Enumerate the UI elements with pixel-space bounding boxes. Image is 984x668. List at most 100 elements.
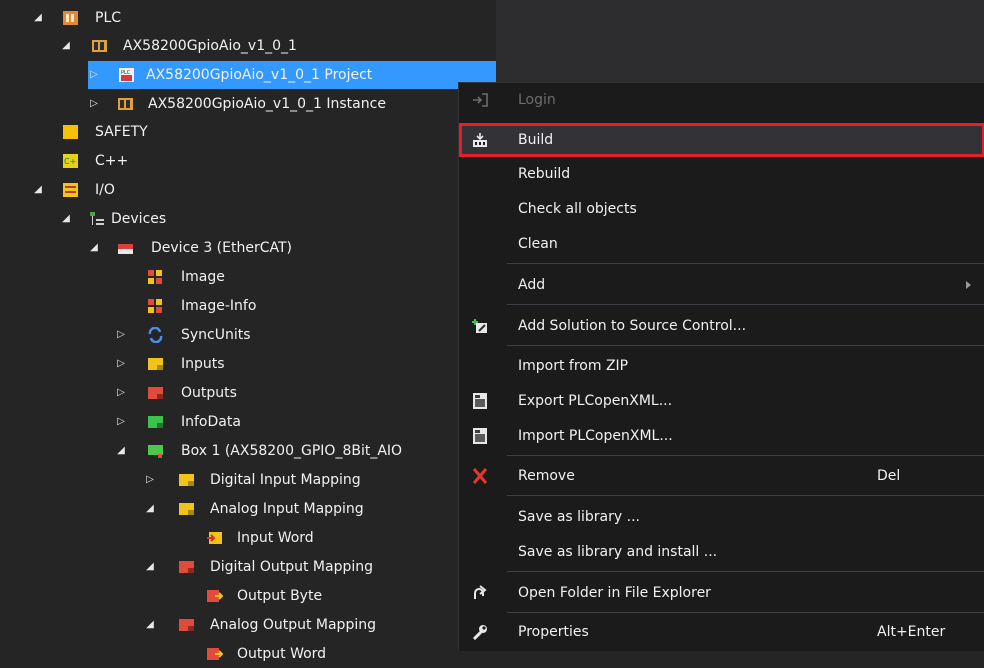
tree-row-infodata[interactable]: ▷ InfoData (0, 408, 496, 436)
menu-item-import-plcopenxml[interactable]: Import PLCopenXML... (459, 419, 984, 453)
box-device-icon (148, 445, 163, 458)
expanded-arrow-icon[interactable]: ◢ (60, 32, 72, 60)
menu-separator (507, 263, 984, 264)
menu-item-check-all-objects[interactable]: Check all objects (459, 192, 984, 226)
tree-label: Image (181, 269, 225, 285)
menu-item-save-as-library[interactable]: Save as library ... (459, 500, 984, 534)
menu-label: Build (518, 132, 554, 148)
tree-label: Inputs (181, 356, 225, 372)
tree-row-plc[interactable]: ◢ PLC (0, 4, 496, 32)
tree-label: SAFETY (95, 124, 148, 140)
tree-row-devices[interactable]: ◢ Devices (0, 205, 496, 233)
expanded-arrow-icon[interactable]: ◢ (88, 234, 100, 262)
expanded-arrow-icon[interactable]: ◢ (144, 553, 156, 581)
collapsed-arrow-icon[interactable]: ▷ (115, 379, 127, 407)
menu-item-add-source-control[interactable]: Add Solution to Source Control... (459, 309, 984, 343)
collapsed-arrow-icon[interactable]: ▷ (115, 321, 127, 349)
tree-row-input-word[interactable]: Input Word (0, 524, 496, 552)
menu-item-import-zip[interactable]: Import from ZIP (459, 349, 984, 383)
collapsed-arrow-icon[interactable]: ▷ (115, 408, 127, 436)
tree-row-safety[interactable]: SAFETY (0, 118, 496, 146)
menu-label: Check all objects (518, 201, 637, 217)
menu-item-build[interactable]: Build (459, 123, 984, 157)
tree-label: Output Word (237, 646, 327, 662)
tree-row-cpp[interactable]: C+ C++ (0, 147, 496, 175)
output-mapping-folder-icon (179, 561, 194, 573)
tree-row-analog-output-mapping[interactable]: ◢ Analog Output Mapping (0, 611, 496, 639)
menu-label: Add Solution to Source Control... (518, 318, 747, 334)
tree-row-inputs[interactable]: ▷ Inputs (0, 350, 496, 378)
tree-row-output-byte[interactable]: Output Byte (0, 582, 496, 610)
tree-row-output-word[interactable]: Output Word (0, 640, 496, 668)
tree-row-digital-output-mapping[interactable]: ◢ Digital Output Mapping (0, 553, 496, 581)
expanded-arrow-icon[interactable]: ◢ (32, 4, 44, 32)
collapsed-arrow-icon[interactable]: ▷ (88, 90, 100, 118)
collapsed-arrow-icon[interactable]: ▷ (144, 466, 156, 494)
image-icon (148, 270, 162, 284)
menu-separator (507, 304, 984, 305)
menu-label: Rebuild (518, 166, 571, 182)
devices-icon (90, 212, 104, 225)
tree-label: InfoData (181, 414, 241, 430)
tree-row-image-info[interactable]: Image-Info (0, 292, 496, 320)
tree-row-instance[interactable]: ▷ AX58200GpioAio_v1_0_1 Instance (0, 90, 496, 118)
tree-row-box1[interactable]: ◢ Box 1 (AX58200_GPIO_8Bit_AIO (0, 437, 496, 465)
inputs-folder-icon (148, 358, 163, 370)
menu-label: Properties (518, 624, 589, 640)
menu-separator (507, 571, 984, 572)
build-icon (473, 133, 487, 147)
menu-item-rebuild[interactable]: Rebuild (459, 157, 984, 191)
menu-item-clean[interactable]: Clean (459, 227, 984, 261)
expanded-arrow-icon[interactable]: ◢ (144, 495, 156, 523)
safety-icon (63, 125, 78, 139)
expanded-arrow-icon[interactable]: ◢ (60, 205, 72, 233)
collapsed-arrow-icon[interactable]: ▷ (115, 350, 127, 378)
tree-label: Input Word (237, 530, 314, 546)
expanded-arrow-icon[interactable]: ◢ (32, 176, 44, 204)
menu-item-properties[interactable]: Properties Alt+Enter (459, 615, 984, 649)
expanded-arrow-icon[interactable]: ◢ (144, 611, 156, 639)
tree-label: Outputs (181, 385, 237, 401)
menu-item-add[interactable]: Add (459, 268, 984, 302)
cpp-icon: C+ (63, 154, 78, 168)
menu-shortcut: Alt+Enter (877, 624, 946, 640)
tree-row-outputs[interactable]: ▷ Outputs (0, 379, 496, 407)
source-control-icon (472, 319, 487, 333)
tree-row-project-selected[interactable]: ▷ PLC AX58200GpioAio_v1_0_1 Project (88, 61, 496, 89)
menu-label: Open Folder in File Explorer (518, 585, 711, 601)
tree-row-syncunits[interactable]: ▷ SyncUnits (0, 321, 496, 349)
menu-label: Add (518, 277, 546, 293)
menu-item-export-plcopenxml[interactable]: Export PLCopenXML... (459, 384, 984, 418)
menu-label: Login (518, 92, 556, 108)
collapsed-arrow-icon[interactable]: ▷ (88, 61, 100, 89)
tree-row-io[interactable]: ◢ I/O (0, 176, 496, 204)
menu-item-save-library-install[interactable]: Save as library and install ... (459, 535, 984, 569)
menu-item-login[interactable]: Login (459, 83, 984, 117)
image-info-icon (148, 299, 162, 313)
sync-icon (148, 327, 163, 343)
tree-label: Analog Output Mapping (210, 617, 376, 633)
import-xml-icon (473, 428, 487, 444)
tree-row-analog-input-mapping[interactable]: ◢ Analog Input Mapping (0, 495, 496, 523)
menu-shortcut: Del (877, 468, 901, 484)
submenu-arrow-icon (966, 281, 971, 289)
tree-row-plc-project[interactable]: ◢ AX58200GpioAio_v1_0_1 (0, 32, 496, 60)
context-menu: Login Build Rebuild Check all objects Cl… (458, 82, 984, 651)
output-mapping-folder-icon (179, 619, 194, 631)
tree-label: AX58200GpioAio_v1_0_1 Project (146, 67, 373, 83)
menu-item-remove[interactable]: Remove Del (459, 459, 984, 493)
properties-icon (472, 625, 487, 640)
expanded-arrow-icon[interactable]: ◢ (115, 437, 127, 465)
infodata-folder-icon (148, 416, 163, 428)
output-variable-icon (207, 590, 223, 602)
tree-row-digital-input-mapping[interactable]: ▷ Digital Input Mapping (0, 466, 496, 494)
tree-label: Devices (111, 211, 167, 227)
menu-label: Save as library ... (518, 509, 640, 525)
io-icon (63, 183, 78, 197)
tree-row-device3[interactable]: ◢ Device 3 (EtherCAT) (0, 234, 496, 262)
input-mapping-folder-icon (179, 503, 194, 515)
tree-row-image[interactable]: Image (0, 263, 496, 291)
tree-label: I/O (95, 182, 115, 198)
menu-item-open-folder[interactable]: Open Folder in File Explorer (459, 576, 984, 610)
tree-label: Device 3 (EtherCAT) (151, 240, 293, 256)
